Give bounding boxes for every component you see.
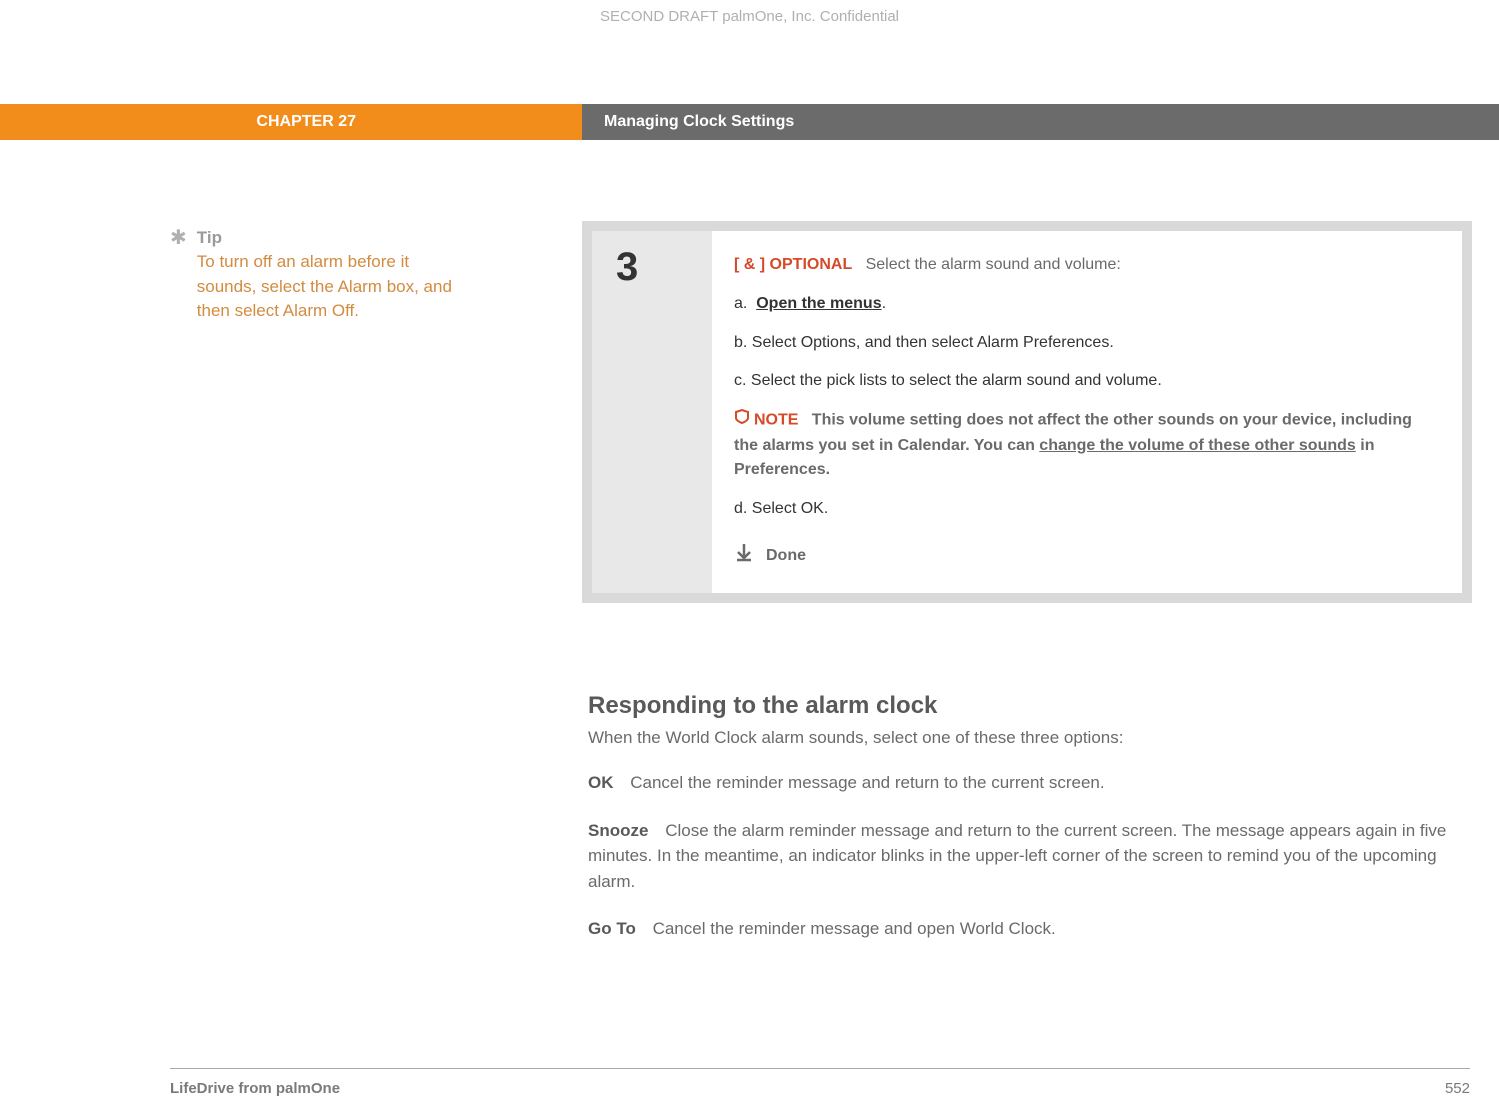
optional-tag: [ & ] OPTIONAL — [734, 256, 852, 273]
step-number-column: 3 — [592, 231, 712, 593]
sidebar-tip: ✱ Tip To turn off an alarm before it sou… — [170, 228, 460, 324]
done-label: Done — [766, 544, 806, 569]
optional-text: Select the alarm sound and volume: — [866, 256, 1121, 273]
section-heading: Responding to the alarm clock — [588, 692, 1468, 720]
option-snooze: Snooze Close the alarm reminder message … — [588, 818, 1468, 895]
option-ok-text: Cancel the reminder message and return t… — [630, 773, 1104, 792]
step-item-a: a. Open the menus. — [734, 292, 1434, 317]
tip-body: To turn off an alarm before it sounds, s… — [197, 250, 460, 324]
note-icon — [734, 408, 750, 433]
note-block: NOTE This volume setting does not affect… — [734, 408, 1434, 483]
down-arrow-icon — [734, 542, 754, 571]
tip-label: Tip — [197, 228, 460, 248]
change-volume-link[interactable]: change the volume of these other sounds — [1039, 437, 1356, 454]
done-row: Done — [734, 542, 1434, 571]
main-content: Responding to the alarm clock When the W… — [588, 692, 1468, 964]
option-ok: OK Cancel the reminder message and retur… — [588, 770, 1468, 796]
option-snooze-text: Close the alarm reminder message and ret… — [588, 821, 1446, 891]
option-goto-text: Cancel the reminder message and open Wor… — [653, 919, 1056, 938]
footer-divider — [170, 1068, 1470, 1069]
step-box: 3 [ & ] OPTIONAL Select the alarm sound … — [582, 221, 1472, 603]
open-menus-link[interactable]: Open the menus — [756, 295, 881, 312]
option-snooze-label: Snooze — [588, 821, 648, 840]
chapter-label: CHAPTER 27 — [0, 104, 582, 140]
step-item-a-prefix: a. — [734, 295, 747, 312]
draft-notice: SECOND DRAFT palmOne, Inc. Confidential — [0, 8, 1499, 25]
asterisk-icon: ✱ — [170, 228, 187, 248]
section-intro: When the World Clock alarm sounds, selec… — [588, 728, 1468, 748]
footer: LifeDrive from palmOne 552 — [170, 1080, 1470, 1097]
chapter-bar: CHAPTER 27 Managing Clock Settings — [0, 104, 1499, 140]
footer-page-number: 552 — [1445, 1080, 1470, 1097]
option-goto: Go To Cancel the reminder message and op… — [588, 916, 1468, 942]
step-item-a-suffix: . — [882, 295, 886, 312]
step-content: [ & ] OPTIONAL Select the alarm sound an… — [712, 231, 1462, 593]
footer-product: LifeDrive from palmOne — [170, 1080, 340, 1097]
step-item-d: d. Select OK. — [734, 497, 1434, 522]
step-item-c: c. Select the pick lists to select the a… — [734, 369, 1434, 394]
option-goto-label: Go To — [588, 919, 636, 938]
option-ok-label: OK — [588, 773, 614, 792]
note-label: NOTE — [754, 412, 798, 429]
step-number: 3 — [616, 245, 712, 290]
chapter-title: Managing Clock Settings — [582, 104, 1499, 140]
step-item-b: b. Select Options, and then select Alarm… — [734, 331, 1434, 356]
